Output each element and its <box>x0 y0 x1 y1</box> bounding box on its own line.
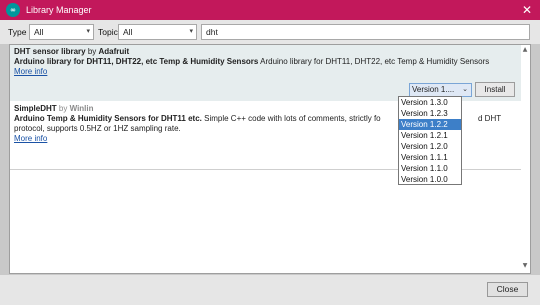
scroll-up-icon[interactable]: ▲ <box>521 46 529 56</box>
version-option[interactable]: Version 1.1.1 <box>399 152 461 163</box>
window-title: Library Manager <box>26 5 92 15</box>
search-input[interactable]: dht <box>201 24 530 40</box>
chevron-down-icon: ⌄ <box>462 86 468 93</box>
version-option[interactable]: Version 1.1.0 <box>399 163 461 174</box>
library-description: Simple C++ code with lots of comments, s… <box>204 114 381 123</box>
arduino-logo-icon: ∞ <box>6 3 20 17</box>
more-info-link[interactable]: More info <box>14 134 47 143</box>
library-description-tail: d DHT <box>478 114 502 123</box>
library-summary: Arduino library for DHT11, DHT22, etc Te… <box>14 57 259 66</box>
chevron-down-icon: ▾ <box>189 28 193 35</box>
version-select-value: Version 1.... <box>412 85 455 94</box>
library-author: Winlin <box>69 104 94 113</box>
version-option[interactable]: Version 1.2.1 <box>399 130 461 141</box>
version-option[interactable]: Version 1.0.0 <box>399 174 461 185</box>
type-select-value: All <box>34 27 44 37</box>
version-select[interactable]: Version 1.... ⌄ <box>409 83 472 97</box>
library-item-dht-sensor[interactable]: DHT sensor library by Adafruit Arduino l… <box>10 45 521 101</box>
title-bar: ∞ Library Manager ✕ <box>0 0 540 20</box>
type-label: Type <box>8 27 27 37</box>
library-summary: Arduino Temp & Humidity Sensors for DHT1… <box>14 114 202 123</box>
filter-bar: Type All ▾ Topic All ▾ dht <box>0 20 540 44</box>
library-name: DHT sensor library <box>14 47 86 56</box>
version-option[interactable]: Version 1.2.0 <box>399 141 461 152</box>
chevron-down-icon: ▾ <box>86 28 90 35</box>
more-info-link[interactable]: More info <box>14 67 47 76</box>
version-option-highlighted[interactable]: Version 1.2.2 <box>399 119 461 130</box>
library-by: by <box>87 47 97 56</box>
library-description: Arduino library for DHT11, DHT22, etc Te… <box>260 57 490 66</box>
version-option[interactable]: Version 1.3.0 <box>399 97 461 108</box>
library-name: SimpleDHT <box>14 104 57 113</box>
topic-select-value: All <box>123 27 133 37</box>
version-option[interactable]: Version 1.2.3 <box>399 108 461 119</box>
version-dropdown[interactable]: Version 1.3.0 Version 1.2.3 Version 1.2.… <box>398 96 462 185</box>
install-button[interactable]: Install <box>475 82 515 97</box>
close-button[interactable]: Close <box>487 282 528 297</box>
topic-label: Topic <box>98 27 118 37</box>
close-icon[interactable]: ✕ <box>522 3 532 17</box>
footer-bar: Close <box>0 275 540 305</box>
type-select[interactable]: All ▾ <box>29 24 94 40</box>
scroll-down-icon[interactable]: ▼ <box>521 262 529 272</box>
library-author: Adafruit <box>98 47 130 56</box>
topic-select[interactable]: All ▾ <box>118 24 197 40</box>
library-by: by <box>58 104 68 113</box>
